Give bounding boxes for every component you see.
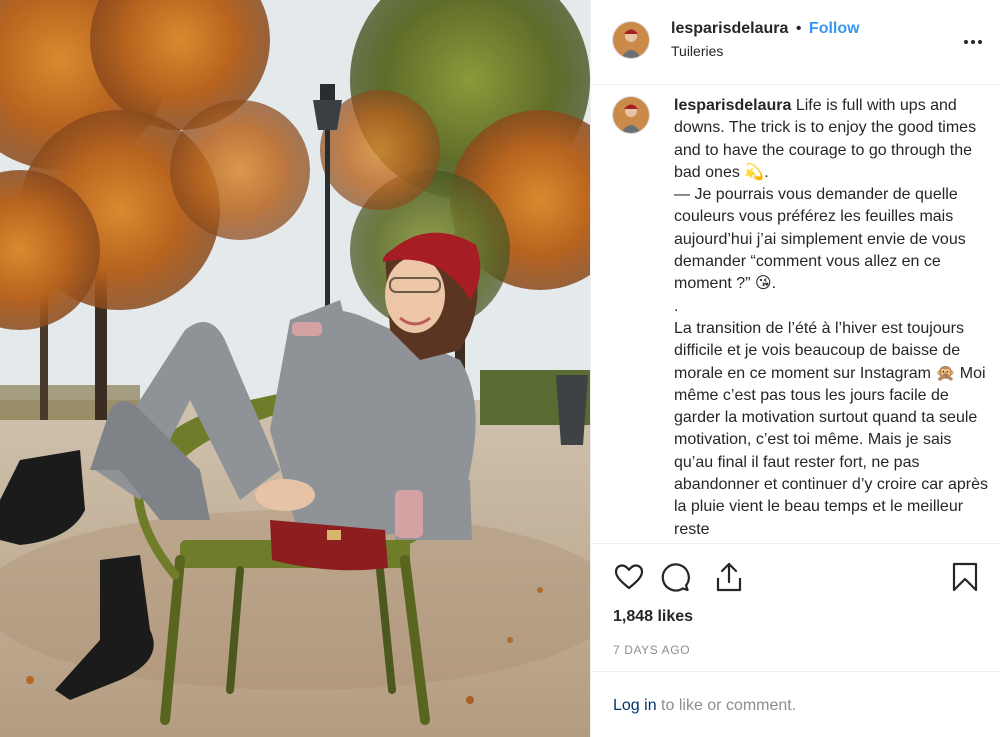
divider	[591, 671, 1000, 672]
bookmark-icon[interactable]	[949, 561, 981, 593]
heart-icon[interactable]	[613, 561, 645, 593]
post-timestamp[interactable]: 7 DAYS AGO	[613, 643, 690, 657]
caption-text: lesparisdelaura Life is full with ups an…	[674, 95, 992, 541]
login-link[interactable]: Log in	[613, 697, 657, 714]
caption-username-link[interactable]: lesparisdelaura	[674, 97, 791, 114]
likes-count[interactable]: 1,848 likes	[613, 608, 693, 626]
caption-body: Life is full with ups and downs. The tri…	[674, 97, 988, 538]
header-text: lesparisdelaura • Follow Tuileries	[671, 20, 860, 59]
location-link[interactable]: Tuileries	[671, 43, 860, 59]
follow-button[interactable]: Follow	[809, 20, 860, 37]
share-icon[interactable]	[713, 561, 745, 593]
post-photo-illustration	[0, 0, 590, 737]
post-photo[interactable]	[0, 0, 590, 737]
login-prompt: Log in to like or comment.	[613, 697, 796, 715]
instagram-post: lesparisdelaura • Follow Tuileries lespa	[0, 0, 1000, 737]
username-link[interactable]: lesparisdelaura	[671, 20, 788, 37]
login-prompt-text: to like or comment.	[656, 697, 797, 714]
action-bar	[613, 561, 989, 593]
separator-dot: •	[795, 20, 802, 37]
comment-icon[interactable]	[659, 561, 691, 593]
avatar-image	[613, 22, 649, 58]
avatar[interactable]	[612, 21, 650, 59]
caption-avatar[interactable]	[612, 96, 650, 134]
post-header: lesparisdelaura • Follow Tuileries	[591, 0, 1000, 85]
ellipsis-icon[interactable]	[961, 30, 985, 54]
caption-area: lesparisdelaura Life is full with ups an…	[591, 86, 1000, 544]
post-details-panel: lesparisdelaura • Follow Tuileries lespa	[590, 0, 1000, 737]
avatar-image	[613, 97, 649, 133]
